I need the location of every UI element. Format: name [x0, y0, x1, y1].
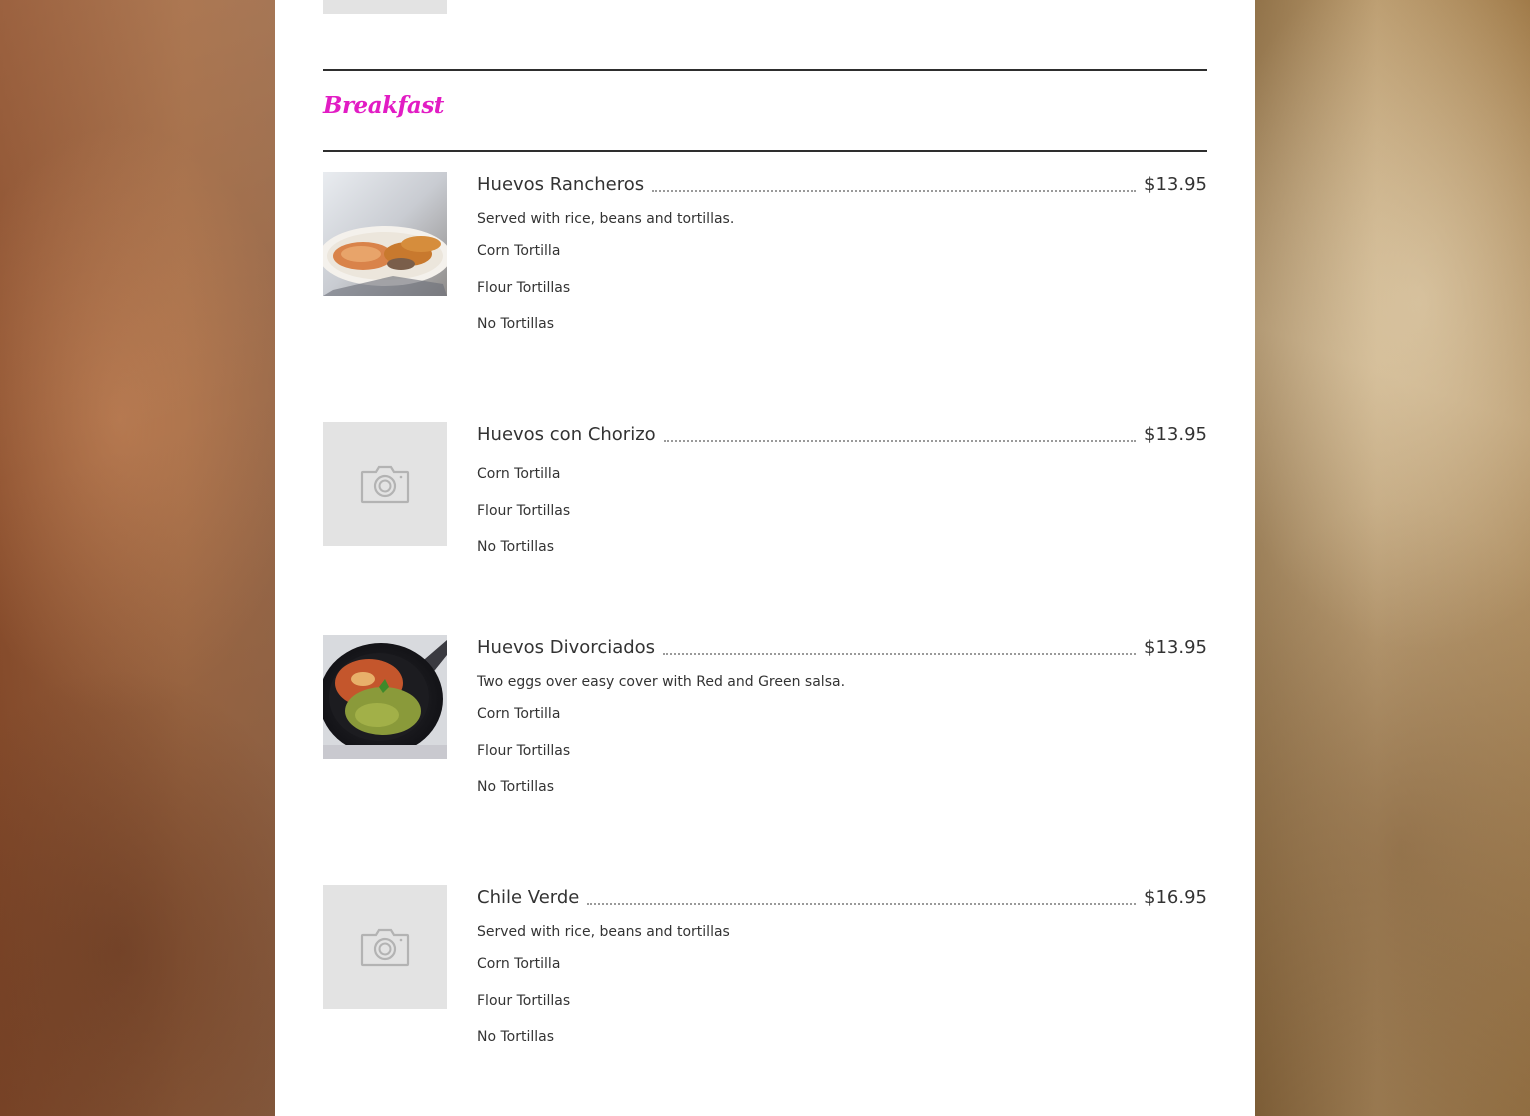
- huevos-rancheros-image: [323, 172, 447, 296]
- option-flour-tortillas: Flour Tortillas: [477, 279, 571, 296]
- section-divider-top: [323, 69, 1207, 71]
- option-corn-tortilla: Corn Tortilla: [477, 706, 561, 722]
- previous-item-image: [323, 0, 447, 14]
- menu-item-content: Huevos Rancheros $13.95 Served with rice…: [477, 172, 1207, 352]
- image-placeholder[interactable]: [323, 885, 447, 1009]
- option-corn-tortilla: Corn Tortilla: [477, 956, 561, 972]
- menu-panel: Breakfast Huevos Rancheros $13.95 Served…: [275, 0, 1255, 1116]
- option-no-tortillas: No Tortillas: [477, 539, 555, 555]
- option-flour-tortillas: Flour Tortillas: [477, 502, 571, 519]
- menu-item-content: Chile Verde $16.95 Served with rice, bea…: [477, 885, 1207, 1065]
- option-flour-tortillas: Flour Tortillas: [477, 742, 571, 759]
- menu-item-content: Huevos con Chorizo $13.95 Corn Tortilla …: [477, 422, 1207, 575]
- option-corn-tortilla: Corn Tortilla: [477, 243, 561, 259]
- option-no-tortillas: No Tortillas: [477, 316, 555, 332]
- menu-item-name[interactable]: Chile Verde: [477, 885, 579, 911]
- menu-item-name[interactable]: Huevos Rancheros: [477, 172, 644, 198]
- menu-item-title-row: Huevos Divorciados $13.95: [477, 635, 1207, 661]
- section-title: Breakfast: [323, 92, 444, 119]
- menu-item-price: $13.95: [1144, 637, 1207, 658]
- menu-item-name[interactable]: Huevos con Chorizo: [477, 422, 656, 448]
- background-texture-right: [1255, 0, 1530, 1116]
- menu-item-price: $13.95: [1144, 174, 1207, 195]
- menu-item-description: Served with rice, beans and tortillas.: [477, 211, 735, 227]
- option-flour-tortillas: Flour Tortillas: [477, 992, 571, 1009]
- menu-item-description: Two eggs over easy cover with Red and Gr…: [477, 674, 846, 690]
- camera-placeholder-icon: [360, 465, 410, 504]
- menu-item-options: Corn Tortilla Flour Tortillas No Tortill…: [477, 955, 1207, 1065]
- huevos-divorciados-image: [323, 635, 447, 759]
- huevos-rancheros-photo[interactable]: [323, 172, 447, 296]
- menu-item-description: Served with rice, beans and tortillas: [477, 924, 730, 940]
- option-no-tortillas: No Tortillas: [477, 779, 555, 795]
- menu-item-title-row: Chile Verde $16.95: [477, 885, 1207, 911]
- menu-item-title-row: Huevos Rancheros $13.95: [477, 172, 1207, 198]
- background-texture: [0, 0, 275, 1116]
- dotted-leader: [652, 189, 1137, 192]
- menu-item-content: Huevos Divorciados $13.95 Two eggs over …: [477, 635, 1207, 815]
- menu-item-options: Corn Tortilla Flour Tortillas No Tortill…: [477, 242, 1207, 352]
- menu-item-title-row: Huevos con Chorizo $13.95: [477, 422, 1207, 448]
- section-divider-bottom: [323, 150, 1207, 152]
- option-no-tortillas: No Tortillas: [477, 1029, 555, 1045]
- image-placeholder[interactable]: [323, 422, 447, 546]
- menu-item-name[interactable]: Huevos Divorciados: [477, 635, 655, 661]
- option-corn-tortilla: Corn Tortilla: [477, 466, 561, 482]
- dotted-leader: [587, 902, 1137, 905]
- menu-item-options: Corn Tortilla Flour Tortillas No Tortill…: [477, 705, 1207, 815]
- menu-item-price: $13.95: [1144, 424, 1207, 445]
- huevos-divorciados-photo[interactable]: [323, 635, 447, 759]
- dotted-leader: [663, 652, 1137, 655]
- menu-item-options: Corn Tortilla Flour Tortillas No Tortill…: [477, 465, 1207, 575]
- dotted-leader: [663, 439, 1137, 442]
- camera-placeholder-icon: [360, 928, 410, 967]
- menu-item-price: $16.95: [1144, 887, 1207, 908]
